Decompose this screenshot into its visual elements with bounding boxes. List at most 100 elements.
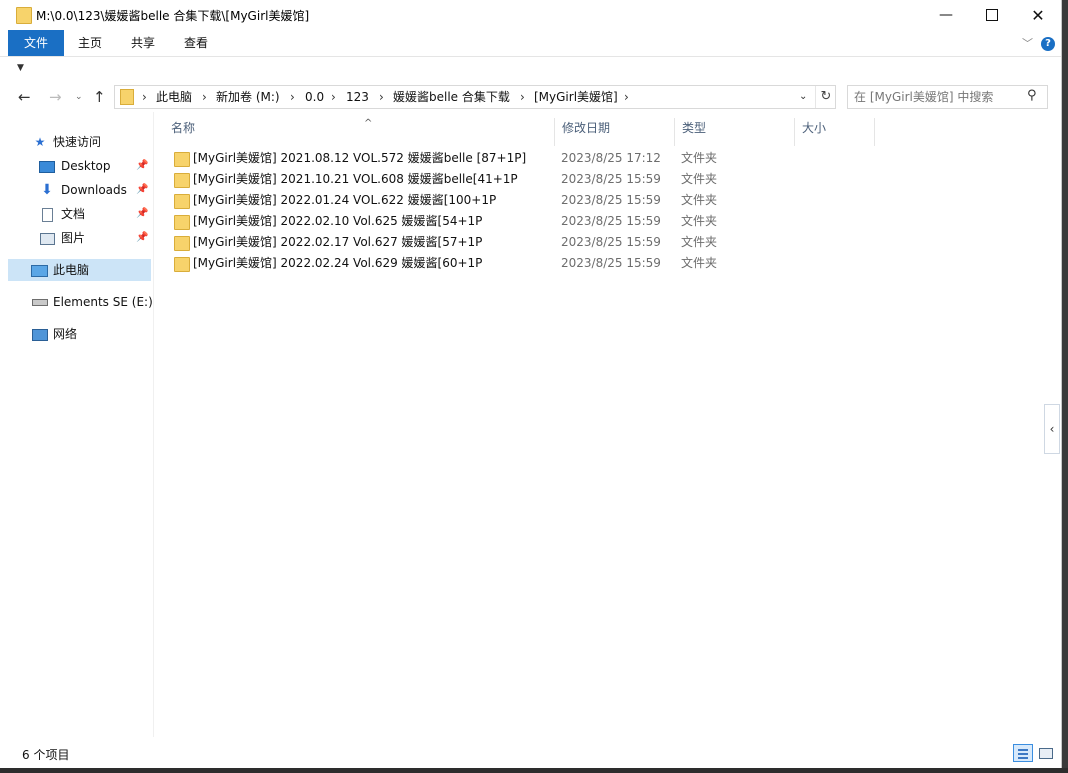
- navigation-pane: ★ 快速访问 Desktop 📌 ⬇ Downloads 📌 文档 📌 图片 📌…: [0, 112, 153, 737]
- large-icons-view-icon: [1039, 748, 1053, 759]
- sort-ascending-icon: ^: [364, 118, 373, 129]
- folder-icon: [174, 236, 190, 251]
- minimize-button[interactable]: —: [923, 0, 969, 30]
- desktop-icon: [39, 155, 55, 177]
- file-list: 名称 ^ 修改日期 类型 大小 [MyGirl美媛馆] 2021.08.12 V…: [154, 112, 1044, 737]
- sidebar-item-label: 文档: [61, 207, 86, 221]
- navigation-bar: ← → ⌄ ↑ › 此电脑 › 新加卷 (M:) › 0.0 › 123 › 媛…: [0, 84, 1061, 110]
- tab-home[interactable]: 主页: [78, 30, 102, 56]
- file-modified: 2023/8/25 15:59: [561, 256, 661, 270]
- sidebar-item-drive-e[interactable]: Elements SE (E:): [8, 291, 153, 313]
- forward-button[interactable]: →: [49, 84, 62, 110]
- file-row[interactable]: [MyGirl美媛馆] 2022.02.10 Vol.625 媛媛酱[54+1P…: [172, 211, 872, 232]
- file-name: [MyGirl美媛馆] 2022.01.24 VOL.622 媛媛酱[100+1…: [193, 193, 497, 207]
- sidebar-item-label: Elements SE (E:): [53, 295, 153, 309]
- column-header-name[interactable]: 名称 ^: [164, 118, 555, 146]
- back-button[interactable]: ←: [18, 84, 31, 110]
- file-type: 文件夹: [681, 172, 718, 186]
- maximize-button[interactable]: [969, 0, 1015, 30]
- sidebar-item-network[interactable]: 网络: [8, 323, 151, 345]
- breadcrumb-this-pc[interactable]: 此电脑: [156, 86, 192, 108]
- folder-icon: [174, 152, 190, 167]
- computer-icon: [31, 259, 48, 281]
- customize-toolbar-icon[interactable]: ▼: [17, 63, 24, 73]
- column-header-size[interactable]: 大小: [795, 118, 875, 146]
- download-arrow-icon: ⬇: [41, 182, 53, 198]
- sidebar-item-desktop[interactable]: Desktop 📌: [8, 155, 151, 177]
- pin-icon[interactable]: 📌: [136, 179, 148, 201]
- column-header-modified[interactable]: 修改日期: [555, 118, 675, 146]
- search-icon[interactable]: ⚲: [1027, 88, 1037, 103]
- breadcrumb-drive[interactable]: 新加卷 (M:): [216, 86, 280, 108]
- breadcrumb-separator-icon[interactable]: ›: [290, 86, 295, 108]
- details-view-icon: [1018, 753, 1028, 755]
- search-box[interactable]: ⚲: [847, 85, 1048, 109]
- quick-access-toolbar: ▼: [0, 57, 1061, 81]
- recent-locations-icon[interactable]: ⌄: [75, 84, 83, 110]
- address-bar[interactable]: › 此电脑 › 新加卷 (M:) › 0.0 › 123 › 媛媛酱belle …: [114, 85, 836, 109]
- sidebar-item-label: 网络: [53, 327, 78, 341]
- file-row[interactable]: [MyGirl美媛馆] 2022.01.24 VOL.622 媛媛酱[100+1…: [172, 190, 872, 211]
- file-type: 文件夹: [681, 214, 718, 228]
- item-count: 6 个项目: [22, 748, 70, 762]
- tab-view[interactable]: 查看: [184, 30, 208, 56]
- status-bar: 6 个项目: [0, 741, 1061, 768]
- breadcrumb-separator-icon[interactable]: ›: [202, 86, 207, 108]
- breadcrumb-folder-123[interactable]: 123: [346, 86, 369, 108]
- file-row[interactable]: [MyGirl美媛馆] 2022.02.17 Vol.627 媛媛酱[57+1P…: [172, 232, 872, 253]
- column-header-label: 修改日期: [562, 121, 611, 135]
- large-icons-view-button[interactable]: [1036, 744, 1056, 762]
- breadcrumb-separator-icon[interactable]: ›: [379, 86, 384, 108]
- close-button[interactable]: ✕: [1015, 0, 1061, 30]
- breadcrumb-folder-0-0[interactable]: 0.0: [305, 86, 324, 108]
- column-header-type[interactable]: 类型: [675, 118, 795, 146]
- folder-icon: [16, 7, 32, 24]
- sidebar-item-pictures[interactable]: 图片 📌: [8, 227, 151, 249]
- breadcrumb-separator-icon[interactable]: ›: [331, 86, 336, 108]
- address-history-icon[interactable]: ⌄: [799, 86, 807, 108]
- star-icon: ★: [34, 135, 46, 149]
- file-row[interactable]: [MyGirl美媛馆] 2021.08.12 VOL.572 媛媛酱belle …: [172, 148, 872, 169]
- file-modified: 2023/8/25 15:59: [561, 214, 661, 228]
- sidebar-item-label: Desktop: [61, 159, 111, 173]
- breadcrumb-separator-icon[interactable]: ›: [142, 86, 147, 108]
- file-modified: 2023/8/25 17:12: [561, 151, 661, 165]
- help-icon[interactable]: ?: [1041, 37, 1055, 51]
- drive-icon: [32, 291, 48, 313]
- details-view-button[interactable]: [1013, 744, 1033, 762]
- breadcrumb-separator-icon[interactable]: ›: [624, 86, 629, 108]
- details-view-icon: [1018, 757, 1028, 759]
- pin-icon[interactable]: 📌: [136, 155, 148, 177]
- sidebar-item-quick-access[interactable]: ★ 快速访问: [8, 131, 151, 153]
- file-row[interactable]: [MyGirl美媛馆] 2022.02.24 Vol.629 媛媛酱[60+1P…: [172, 253, 872, 274]
- sidebar-item-this-pc[interactable]: 此电脑: [8, 259, 151, 281]
- file-type: 文件夹: [681, 256, 718, 270]
- tab-share[interactable]: 共享: [131, 30, 155, 56]
- column-header-label: 类型: [682, 121, 707, 135]
- file-name: [MyGirl美媛馆] 2021.10.21 VOL.608 媛媛酱belle[…: [193, 172, 518, 186]
- breadcrumb-current[interactable]: [MyGirl美媛馆]: [534, 86, 618, 108]
- desktop-background: [0, 768, 1068, 773]
- file-type: 文件夹: [681, 235, 718, 249]
- tab-file[interactable]: 文件: [8, 30, 64, 56]
- chevron-down-icon[interactable]: ﹀: [1022, 35, 1033, 51]
- file-modified: 2023/8/25 15:59: [561, 172, 661, 186]
- refresh-icon[interactable]: ↻: [815, 86, 836, 108]
- sidebar-item-label: Downloads: [61, 183, 127, 197]
- breadcrumb-separator-icon[interactable]: ›: [520, 86, 525, 108]
- file-name: [MyGirl美媛馆] 2022.02.10 Vol.625 媛媛酱[54+1P: [193, 214, 483, 228]
- breadcrumb-collection[interactable]: 媛媛酱belle 合集下载: [393, 86, 510, 108]
- pin-icon[interactable]: 📌: [136, 227, 148, 249]
- pin-icon[interactable]: 📌: [136, 203, 148, 225]
- sidebar-item-documents[interactable]: 文档 📌: [8, 203, 151, 225]
- up-button[interactable]: ↑: [93, 84, 106, 110]
- ribbon: 文件 主页 共享 查看 ﹀ ?: [0, 30, 1061, 57]
- search-input[interactable]: [854, 89, 1019, 104]
- details-view-icon: [1018, 749, 1028, 751]
- sidebar-item-downloads[interactable]: ⬇ Downloads 📌: [8, 179, 151, 201]
- chevron-left-icon[interactable]: ‹: [1044, 404, 1060, 454]
- column-header-label: 名称: [171, 121, 196, 135]
- file-row[interactable]: [MyGirl美媛馆] 2021.10.21 VOL.608 媛媛酱belle[…: [172, 169, 872, 190]
- file-type: 文件夹: [681, 151, 718, 165]
- file-name: [MyGirl美媛馆] 2022.02.17 Vol.627 媛媛酱[57+1P: [193, 235, 483, 249]
